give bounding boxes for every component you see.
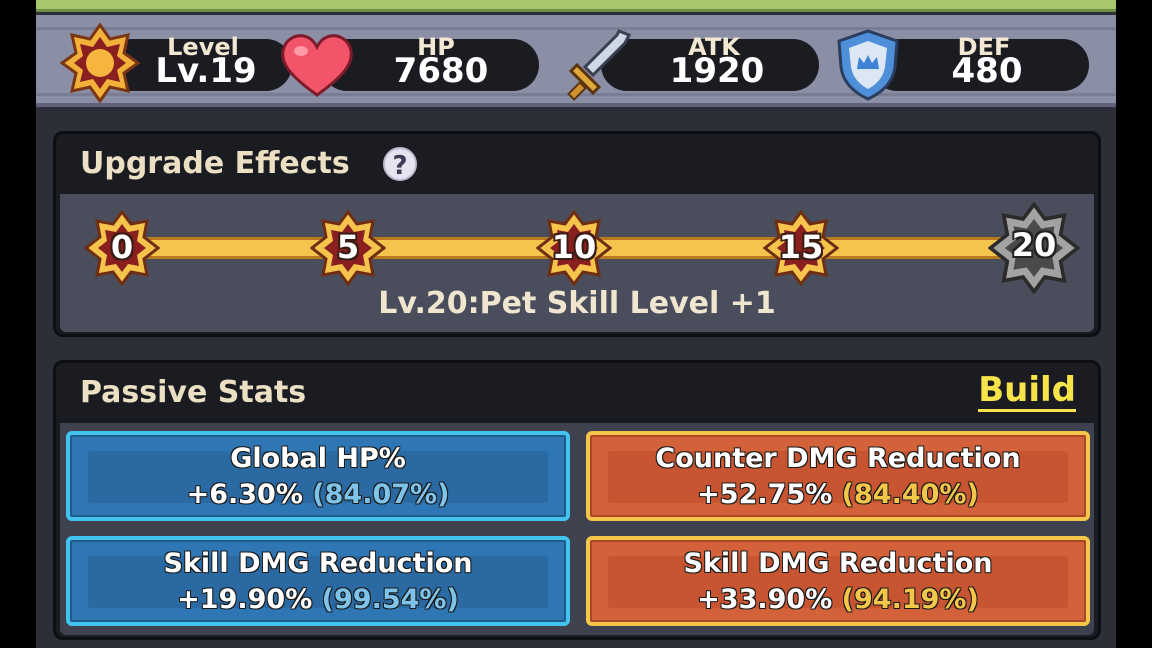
stats-bar: Level Lv.19 HP 7680 ATK 1920 DEF 480 <box>36 15 1116 107</box>
milestone-effect-text: Lv.20:Pet Skill Level +1 <box>378 286 776 321</box>
passive-card-name: Skill DMG Reduction <box>163 548 473 579</box>
milestone-label-20: 20 <box>1011 226 1057 264</box>
passive-card-value: +33.90% (94.19%) <box>697 584 979 615</box>
top-grass-strip <box>36 0 1116 12</box>
passive-card-value: +19.90% (99.54%) <box>177 584 459 615</box>
upgrade-effects-panel: Upgrade Effects ? 0 5 10 15 20 Lv.20:Pet… <box>53 131 1101 337</box>
passive-card-value: +6.30% (84.07%) <box>186 479 450 510</box>
milestone-node-0[interactable]: 0 <box>84 210 160 286</box>
milestone-label-0: 0 <box>110 228 134 266</box>
milestone-label-15: 15 <box>778 228 824 266</box>
game-screen: Level Lv.19 HP 7680 ATK 1920 DEF 480 Upg… <box>36 0 1116 648</box>
passive-card[interactable]: Global HP% +6.30% (84.07%) <box>66 431 570 521</box>
level-badge-icon <box>59 22 141 107</box>
level-stat: Level Lv.19 <box>59 22 292 104</box>
hp-stat: HP 7680 <box>281 33 541 97</box>
passive-card[interactable]: Skill DMG Reduction +19.90% (99.54%) <box>66 536 570 626</box>
milestone-node-10[interactable]: 10 <box>536 210 612 286</box>
upgrade-track-area: 0 5 10 15 20 Lv.20:Pet Skill Level +1 <box>60 194 1094 332</box>
atk-stat: ATK 1920 <box>561 29 821 101</box>
hp-value: 7680 <box>393 51 489 91</box>
passive-stats-panel: Passive Stats Build Global HP% +6.30% (8… <box>53 360 1101 640</box>
passive-card[interactable]: Skill DMG Reduction +33.90% (94.19%) <box>586 536 1090 626</box>
passive-card-name: Skill DMG Reduction <box>683 548 993 579</box>
shield-icon <box>833 27 903 107</box>
def-stat: DEF 480 <box>831 29 1091 101</box>
milestone-node-15[interactable]: 15 <box>763 210 839 286</box>
milestone-node-5[interactable]: 5 <box>310 210 386 286</box>
heart-icon <box>279 33 355 103</box>
build-link[interactable]: Build <box>978 371 1076 412</box>
level-value: Lv.19 <box>155 51 257 91</box>
atk-value: 1920 <box>669 51 765 91</box>
milestone-node-20[interactable]: 20 <box>988 202 1080 294</box>
upgrade-effects-title: Upgrade Effects <box>80 146 350 181</box>
sword-icon <box>563 27 633 107</box>
passive-cards-area: Global HP% +6.30% (84.07%) Counter DMG R… <box>60 423 1094 635</box>
help-icon[interactable]: ? <box>383 147 417 181</box>
passive-card-name: Global HP% <box>230 443 406 474</box>
def-value: 480 <box>951 51 1023 91</box>
passive-card-value: +52.75% (84.40%) <box>697 479 979 510</box>
passive-stats-title: Passive Stats <box>80 375 307 410</box>
milestone-label-5: 5 <box>336 228 360 266</box>
milestone-label-10: 10 <box>551 228 597 266</box>
passive-card[interactable]: Counter DMG Reduction +52.75% (84.40%) <box>586 431 1090 521</box>
passive-card-name: Counter DMG Reduction <box>655 443 1021 474</box>
